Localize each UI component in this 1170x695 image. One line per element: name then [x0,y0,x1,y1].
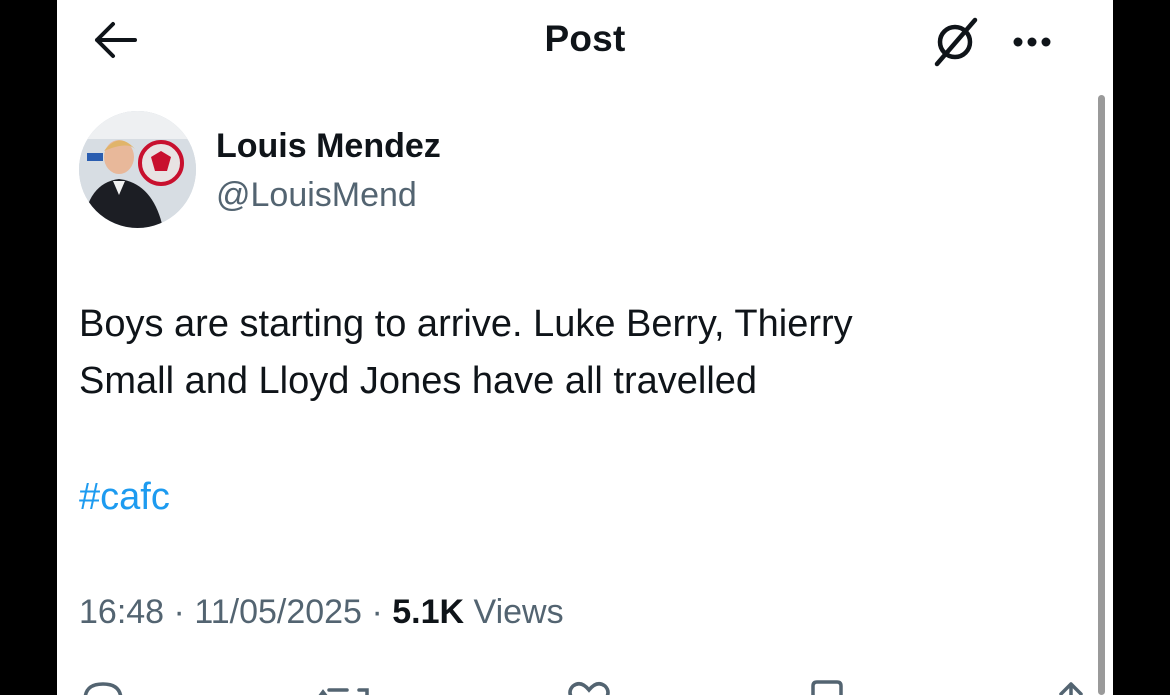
hashtag-link[interactable]: #cafc [79,476,170,519]
meta-separator: · [371,593,383,631]
author-display-name[interactable]: Louis Mendez [216,127,441,166]
post-time[interactable]: 16:48 [79,593,164,631]
grok-button[interactable] [927,14,983,70]
views-count: 5.1K [392,593,465,631]
profile-photo [79,111,196,228]
post-date[interactable]: 11/05/2025 [194,593,362,631]
scrollbar[interactable] [1098,95,1105,695]
post-screen: Post Louis Mendez @LouisMend Boys are st… [57,0,1113,695]
grok-icon [934,17,978,67]
more-options-button[interactable] [1001,22,1059,62]
share-icon [1059,682,1083,695]
repost-icon [318,688,369,695]
meta-separator: · [173,593,185,631]
action-bar [57,668,1113,695]
more-horizontal-icon [1013,37,1051,47]
bookmark-icon [811,680,843,695]
avatar[interactable] [79,111,196,228]
reply-icon [83,682,123,695]
author-handle[interactable]: @LouisMend [216,176,417,215]
post-text-line: Small and Lloyd Jones have all travelled [79,360,758,402]
like-icon [568,682,610,695]
views-label: Views [473,593,564,631]
post-text: Boys are starting to arrive. Luke Berry,… [79,296,1079,410]
post-meta: 16:48 · 11/05/2025 · 5.1K Views [79,593,564,632]
post-text-line: Boys are starting to arrive. Luke Berry,… [79,303,853,345]
header-bar: Post [57,0,1113,84]
